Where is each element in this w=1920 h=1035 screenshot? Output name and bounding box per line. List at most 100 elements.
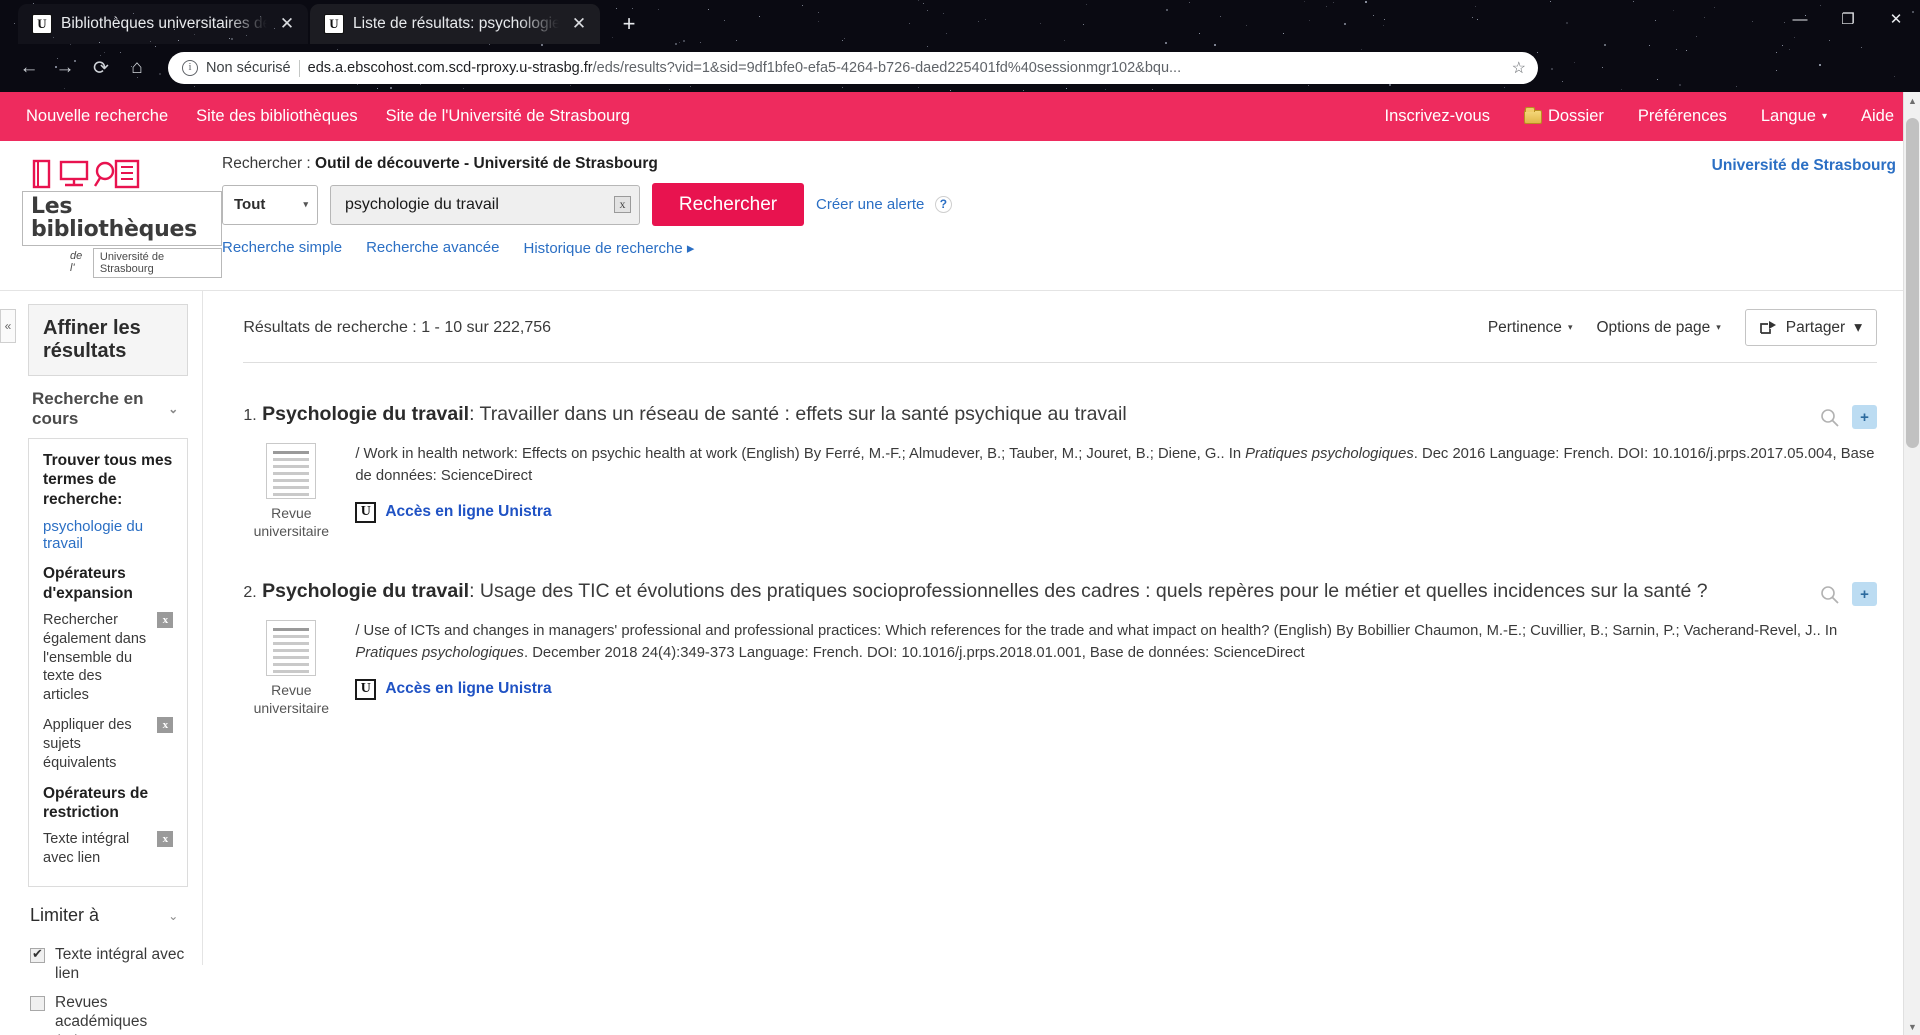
search-input-value: psychologie du travail — [345, 195, 499, 213]
clear-icon[interactable]: x — [614, 196, 631, 213]
tab-close-icon[interactable]: ✕ — [276, 13, 298, 35]
scroll-down-icon[interactable]: ▼ — [1904, 1018, 1920, 1035]
page-scrollbar[interactable]: ▲ ▼ — [1903, 92, 1920, 1035]
search-scope-select[interactable]: Tout ▾ — [222, 184, 318, 225]
nav-preferences[interactable]: Préférences — [1638, 107, 1727, 126]
expander-item: Rechercher également dans l'ensemble du … — [43, 611, 174, 705]
search-row: Tout ▾ psychologie du travail x Recherch… — [222, 183, 1894, 226]
meta-post: . December 2018 24(4):349-373 Language: … — [523, 645, 1305, 662]
share-button[interactable]: Partager ▾ — [1744, 309, 1877, 346]
share-icon — [1759, 321, 1776, 334]
journal-icon — [266, 620, 317, 676]
result-number: 1. — [243, 407, 257, 424]
search-button[interactable]: Rechercher — [652, 183, 804, 226]
online-access-link[interactable]: Accès en ligne Unistra — [385, 680, 551, 698]
book-icon — [32, 159, 51, 189]
chevron-down-icon: ▾ — [1567, 322, 1573, 332]
result-title-rest: : Usage des TIC et évolutions des pratiq… — [469, 580, 1708, 602]
result-title[interactable]: 1. Psychologie du travail: Travailler da… — [243, 401, 1803, 428]
back-icon[interactable]: ← — [12, 51, 46, 85]
meta-pre: / Use of ICTs and changes in managers' p… — [355, 623, 1838, 639]
current-search-panel: Trouver tous mes termes de recherche: ps… — [28, 438, 189, 888]
result-details: / Use of ICTs and changes in managers' p… — [355, 620, 1877, 717]
search-mode-links: Recherche simple Recherche avancée Histo… — [222, 239, 1894, 257]
results-count-label: Résultats de recherche : 1 - 10 sur 222,… — [243, 318, 552, 336]
browser-tab-1[interactable]: U Bibliothèques universitaires de St ✕ — [18, 4, 308, 44]
find-all-terms-label: Trouver tous mes termes de recherche: — [43, 452, 173, 508]
remove-icon[interactable]: x — [157, 611, 174, 628]
magnifier-icon[interactable] — [1817, 582, 1842, 606]
create-alert-link[interactable]: Créer une alerte — [816, 196, 924, 213]
nav-aide[interactable]: Aide — [1861, 107, 1894, 126]
link-recherche-avancee[interactable]: Recherche avancée — [366, 239, 499, 257]
nav-site-bibliotheques[interactable]: Site des bibliothèques — [196, 107, 357, 126]
window-close-button[interactable]: ✕ — [1872, 0, 1920, 38]
new-tab-button[interactable]: + — [612, 7, 646, 41]
tab-close-icon[interactable]: ✕ — [568, 13, 590, 35]
library-logo[interactable]: Les bibliothèques de l' Université de St… — [22, 155, 222, 279]
search-profile-label: Rechercher : Outil de découverte - Unive… — [222, 155, 1894, 173]
nav-label: Aide — [1860, 107, 1894, 125]
result-item: 1. Psychologie du travail: Travailler da… — [243, 363, 1877, 540]
magnifier-icon[interactable] — [1817, 405, 1842, 429]
address-bar[interactable]: i Non sécurisé eds.a.ebscohost.com.scd-r… — [168, 52, 1538, 84]
university-link[interactable]: Université de Strasbourg — [1712, 157, 1896, 175]
limiters-title: Opérateurs de restriction — [43, 784, 149, 821]
share-label: Partager — [1785, 318, 1846, 336]
scroll-up-icon[interactable]: ▲ — [1904, 92, 1920, 109]
result-title-row: 1. Psychologie du travail: Travailler da… — [243, 401, 1877, 429]
content-area: « Affiner les résultats Recherche en cou… — [0, 291, 1920, 1035]
meta-journal: Pratiques psychologiques — [355, 645, 524, 662]
current-query-link[interactable]: psychologie du travail — [43, 518, 173, 552]
result-actions: + — [1803, 578, 1877, 606]
nav-inscrivez-vous[interactable]: Inscrivez-vous — [1385, 107, 1490, 126]
current-search-header[interactable]: Recherche en cours ⌄ — [28, 376, 188, 438]
info-icon[interactable]: i — [182, 60, 198, 76]
chevron-down-icon: ⌄ — [168, 402, 179, 416]
limit-option-row[interactable]: Texte intégral avec lien — [30, 945, 188, 984]
nav-langue[interactable]: Langue ▾ — [1761, 107, 1827, 126]
remove-icon[interactable]: x — [157, 717, 174, 734]
nav-site-universite[interactable]: Site de l'Université de Strasbourg — [386, 107, 630, 126]
limit-option-row[interactable]: Revues académiques (relues par un comité… — [30, 993, 188, 1035]
nav-label: Inscrivez-vous — [1384, 107, 1490, 125]
page-root: Nouvelle recherche Site des bibliothèque… — [0, 92, 1920, 1035]
collapse-sidebar-button[interactable]: « — [0, 309, 16, 343]
help-icon[interactable]: ? — [934, 195, 952, 213]
result-title-bold: Psychologie du travail — [262, 403, 470, 425]
browser-chrome: U Bibliothèques universitaires de St ✕ U… — [0, 0, 1920, 92]
limit-to-header[interactable]: Limiter à ⌄ — [28, 887, 188, 936]
checkbox-texte-integral[interactable] — [30, 946, 45, 964]
add-to-folder-icon[interactable]: + — [1852, 405, 1877, 429]
nav-dossier[interactable]: Dossier — [1523, 106, 1604, 126]
online-access-link[interactable]: Accès en ligne Unistra — [385, 503, 551, 521]
search-main: Rechercher : Outil de découverte - Unive… — [222, 155, 1894, 257]
window-minimize-button[interactable]: — — [1776, 0, 1824, 38]
home-icon[interactable]: ⌂ — [120, 51, 154, 85]
browser-tab-2[interactable]: U Liste de résultats: psychologie du ✕ — [310, 4, 600, 44]
search-input-wrapper[interactable]: psychologie du travail x — [330, 184, 640, 225]
chevron-down-icon: ▾ — [1854, 319, 1862, 336]
limit-option-label: Texte intégral avec lien — [55, 946, 185, 983]
page-options-dropdown[interactable]: Options de page ▾ — [1596, 319, 1720, 337]
forward-icon[interactable]: → — [48, 51, 82, 85]
sort-dropdown[interactable]: Pertinence ▾ — [1488, 319, 1573, 337]
result-item: 2. Psychologie du travail: Usage des TIC… — [243, 540, 1877, 717]
nav-label: Langue — [1760, 107, 1816, 125]
chevron-down-icon: ▾ — [303, 199, 308, 209]
chevron-down-icon: ▾ — [1821, 111, 1827, 122]
result-title[interactable]: 2. Psychologie du travail: Usage des TIC… — [243, 578, 1803, 605]
scrollbar-thumb[interactable] — [1906, 118, 1919, 448]
bookmark-star-icon[interactable]: ☆ — [1512, 58, 1526, 78]
link-historique-recherche[interactable]: Historique de recherche ▸ — [523, 239, 694, 257]
result-metadata: / Use of ICTs and changes in managers' p… — [355, 620, 1877, 665]
link-recherche-simple[interactable]: Recherche simple — [222, 239, 342, 257]
window-maximize-button[interactable]: ❐ — [1824, 0, 1872, 38]
remove-icon[interactable]: x — [157, 831, 174, 848]
add-to-folder-icon[interactable]: + — [1852, 582, 1877, 606]
checkbox-revues-academiques[interactable] — [30, 995, 45, 1011]
nav-label: Préférences — [1637, 107, 1727, 125]
nav-nouvelle-recherche[interactable]: Nouvelle recherche — [26, 107, 168, 126]
reload-icon[interactable]: ⟳ — [84, 51, 118, 85]
search-label-prefix: Rechercher : — [222, 155, 311, 172]
